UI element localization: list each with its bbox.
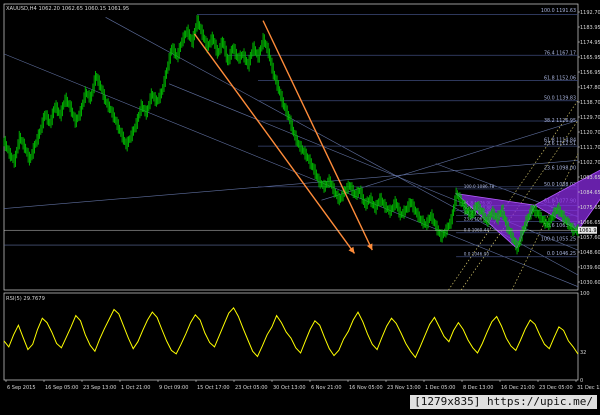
price-axis-label: 1129.70 [580, 115, 600, 121]
price-axis-label: 1111.70 [580, 145, 600, 151]
price-axis-label: 1093.65 [580, 175, 600, 181]
price-axis-label: 1102.70 [580, 160, 600, 166]
fib-level-label: 23.6 1098.00 [544, 165, 576, 171]
price-axis-label: 1066.65 [580, 220, 600, 226]
chart-area[interactable]: 100.0 1191.63 76.4 1167.17 61.8 1152.06 50.… [0, 0, 600, 411]
time-axis-label: 6 Nov 21:00 [311, 385, 342, 391]
price-axis-label: 1084.65 [580, 190, 600, 196]
time-axis-label: 31 Dec 13:00 [577, 385, 600, 391]
fib-level-label: 38.2 1126.95 [544, 118, 576, 124]
fib-level-label: 23.6 1112.51 [544, 141, 576, 147]
price-axis-label: 1120.70 [580, 130, 600, 136]
trend-line [3, 53, 579, 287]
price-axis-label: 1165.95 [580, 55, 600, 61]
time-axis-label: 9 Oct 09:00 [159, 385, 188, 391]
price-axis-label: 1174.95 [580, 40, 600, 46]
price-axis-label: 1138.70 [580, 100, 600, 106]
time-axis-label: 15 Oct 17:00 [197, 385, 230, 391]
time-axis-label: 1 Oct 21:00 [121, 385, 150, 391]
price-axis-label: 1057.60 [580, 235, 600, 241]
time-axis-label: 23 Oct 05:00 [235, 385, 268, 391]
rsi-axis-label: 100 [580, 291, 590, 297]
fib-level-label: 100.0 1055.25 [541, 236, 576, 242]
time-axis-label: 8 Dec 13:00 [463, 385, 493, 391]
time-axis-label: 23 Dec 05:00 [539, 385, 573, 391]
rsi-line [3, 306, 579, 359]
price-axis-label: 1075.65 [580, 205, 600, 211]
time-axis-label: 16 Dec 21:00 [501, 385, 535, 391]
time-axis-label: 16 Nov 05:00 [349, 385, 383, 391]
price-axis-label: 1183.95 [580, 25, 600, 31]
price-axis-label: 1039.60 [580, 265, 600, 271]
fib-level-label: 61.8 1152.06 [544, 75, 576, 81]
rsi-axis-label: 0 [580, 378, 583, 384]
trend-arrow-head [348, 246, 355, 254]
price-axis-label: 1030.60 [580, 280, 600, 286]
rsi-header: RSI(5) 29.7679 [6, 296, 45, 302]
trend-arrow-line [193, 33, 356, 254]
fib-level-label: 0.0 1046.25 [547, 251, 576, 257]
fib-level-label: 0.0 1046.00 [464, 252, 490, 257]
time-axis-label: 16 Sep 05:00 [45, 385, 78, 391]
fib-level-label: 100.0 1191.63 [541, 8, 576, 14]
fib-level-label: 76.4 1167.17 [544, 51, 576, 57]
time-axis-label: 23 Nov 13:00 [387, 385, 421, 391]
rsi-axis-label: 32 [580, 350, 586, 356]
fib-level-label: 50.0 1139.83 [544, 95, 576, 101]
price-axis-label: 1192.70 [580, 10, 600, 16]
time-axis-label: 30 Oct 13:00 [273, 385, 306, 391]
image-watermark: [1279x835] https://upic.me/ [410, 395, 597, 409]
rsi-pane-frame [3, 292, 579, 381]
time-axis-label: 6 Sep 2015 [7, 385, 36, 391]
fib-level-label: 100.0 1086.78 [464, 184, 495, 189]
price-axis-label: 1147.80 [580, 85, 600, 91]
last-price-label: 1061.95 [579, 228, 600, 234]
chart-terminal: 100.0 1191.63 76.4 1167.17 61.8 1152.06 50.… [0, 0, 600, 411]
price-axis-label: 1156.95 [580, 70, 600, 76]
symbol-header: XAUUSD,H4 1062.20 1062.65 1060.15 1061.9… [6, 6, 129, 12]
price-axis-label: 1048.60 [580, 250, 600, 256]
time-axis-label: 23 Sep 13:00 [83, 385, 116, 391]
time-axis-label: 1 Dec 05:00 [425, 385, 455, 391]
